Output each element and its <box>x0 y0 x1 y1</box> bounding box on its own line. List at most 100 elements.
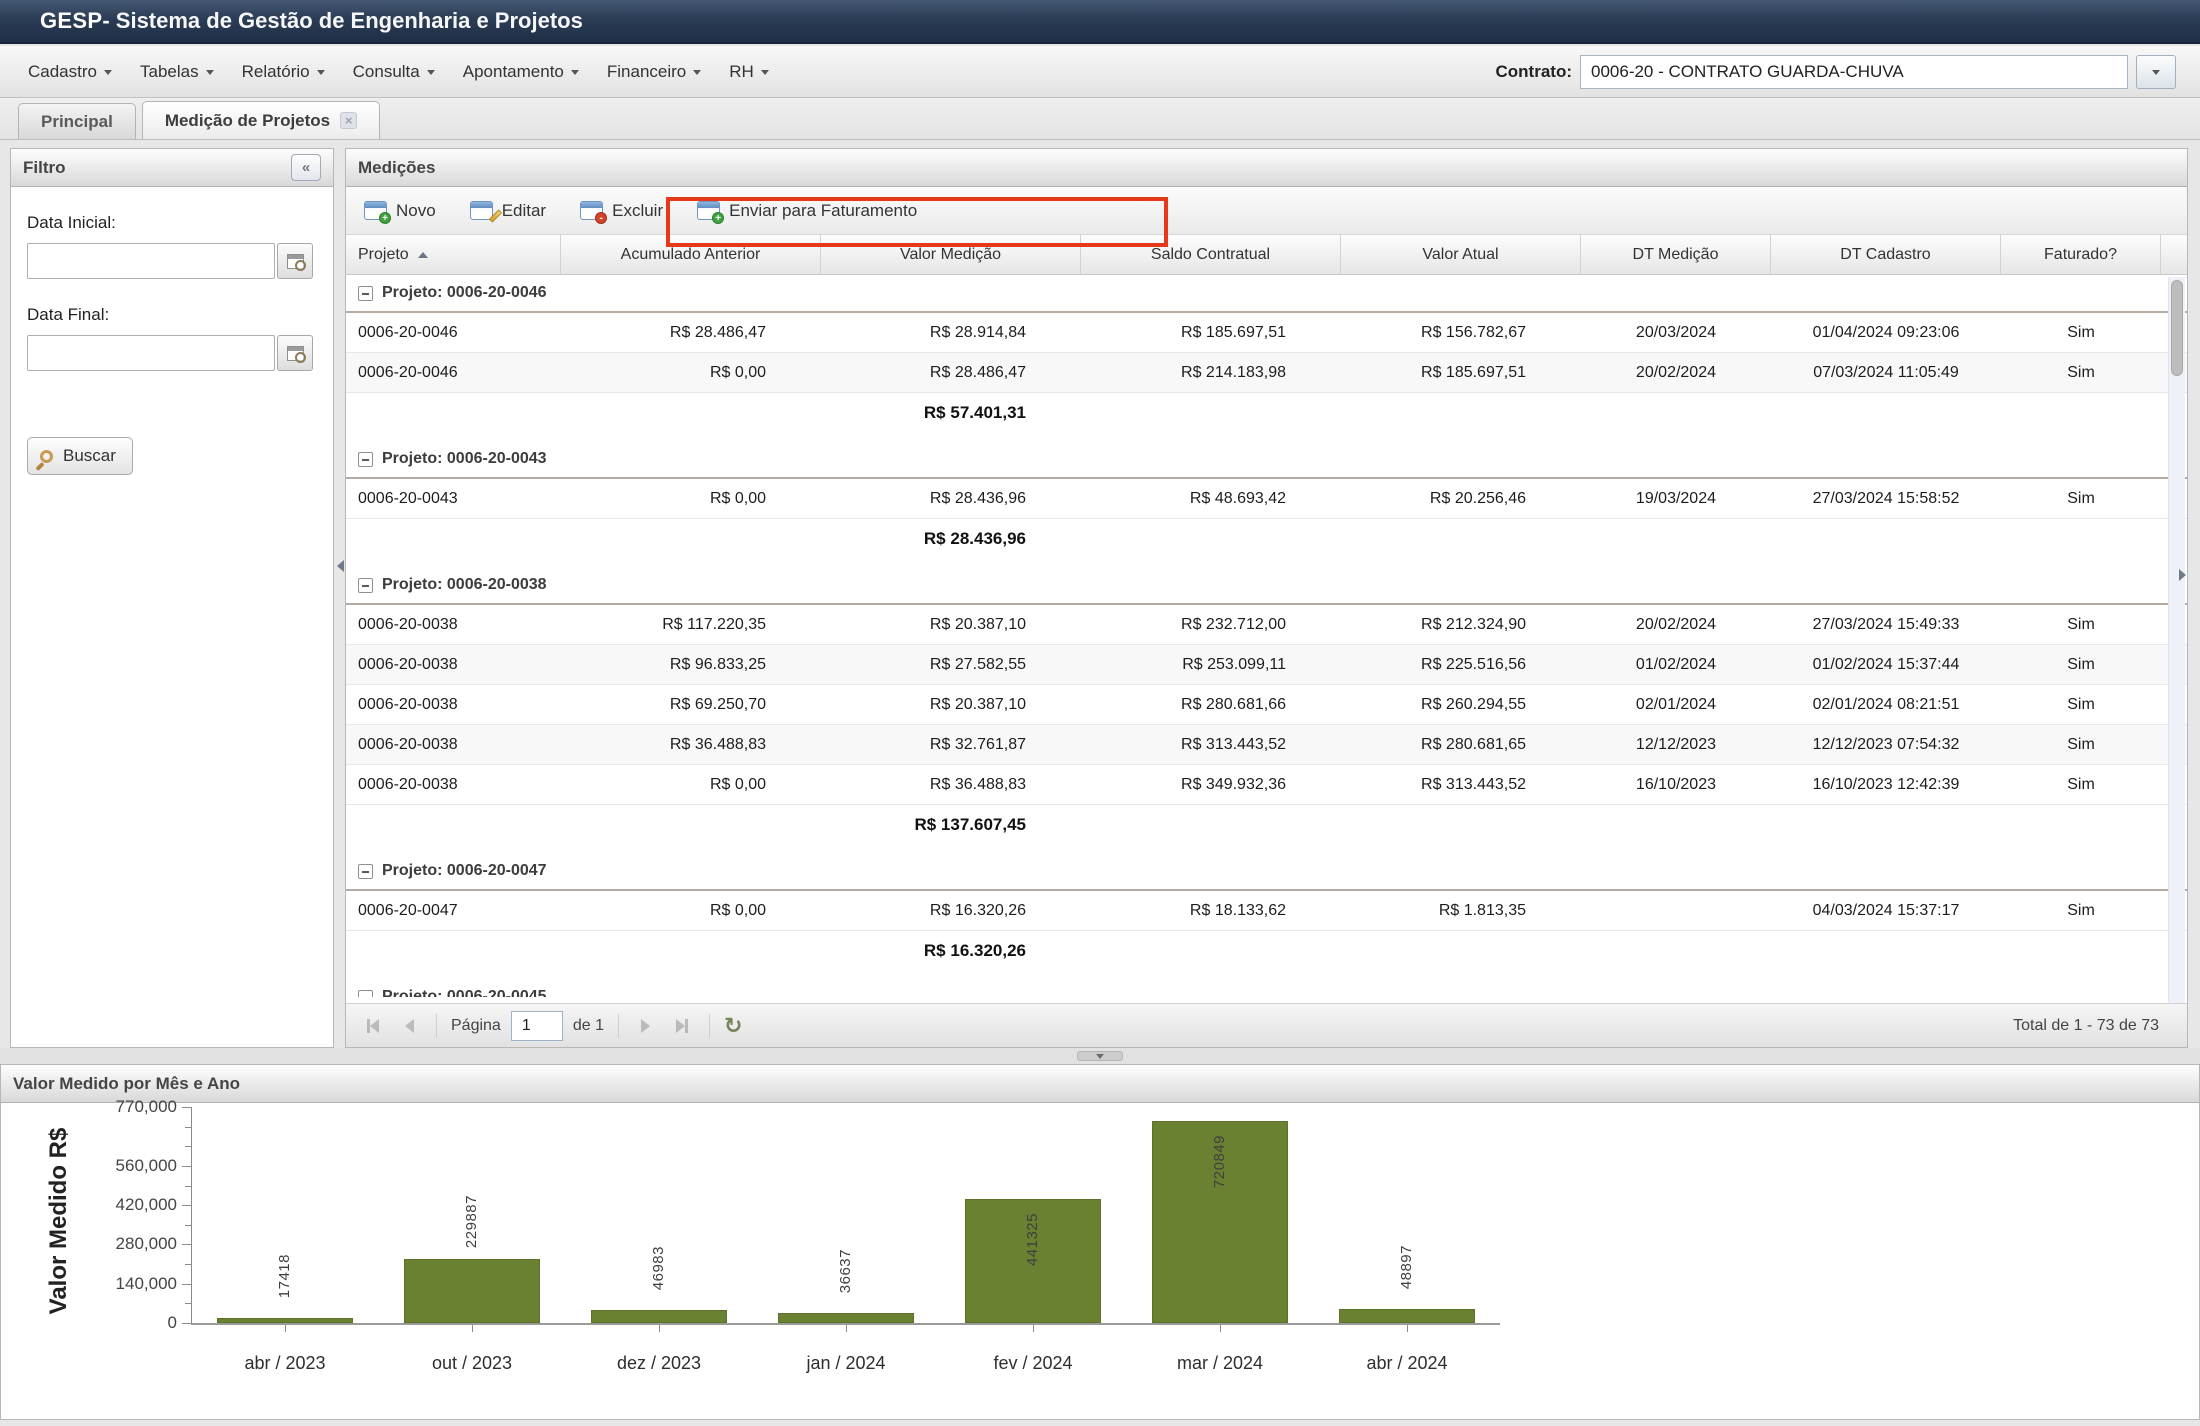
group-header[interactable]: Projeto: 0006-20-0046 <box>346 275 2187 313</box>
table-cell: Sim <box>2001 891 2161 930</box>
group-header[interactable]: Projeto: 0006-20-0043 <box>346 441 2187 479</box>
end-date-picker-trigger[interactable] <box>277 335 313 371</box>
column-header-projeto[interactable]: Projeto <box>346 235 561 274</box>
group-header[interactable]: Projeto: 0006-20-0047 <box>346 853 2187 891</box>
collapse-group-icon[interactable] <box>358 286 373 301</box>
y-axis-tick-label: 770,000 <box>116 1097 177 1117</box>
new-record-button[interactable]: +Novo <box>356 195 444 227</box>
table-cell: R$ 28.914,84 <box>821 313 1081 352</box>
table-row[interactable]: 0006-20-0047R$ 0,00R$ 16.320,26R$ 18.133… <box>346 891 2187 931</box>
table-row[interactable]: 0006-20-0038R$ 36.488,83R$ 32.761,87R$ 3… <box>346 725 2187 765</box>
horizontal-splitter[interactable] <box>0 1048 2200 1064</box>
column-header-dt-medicao[interactable]: DT Medição <box>1581 235 1771 274</box>
y-axis-tick-label: 140,000 <box>116 1274 177 1294</box>
close-tab-icon[interactable]: × <box>340 112 357 129</box>
collapse-left-panel-button[interactable]: « <box>291 154 321 181</box>
y-axis-tick-label: 280,000 <box>116 1234 177 1254</box>
column-header-saldo-contratual[interactable]: Saldo Contratual <box>1081 235 1341 274</box>
bar-abr-2023 <box>217 1318 353 1323</box>
chart-panel-header: Valor Medido por Mês e Ano <box>1 1065 2199 1103</box>
last-page-button[interactable] <box>669 1013 695 1039</box>
collapse-group-icon[interactable] <box>358 452 373 467</box>
delete-record-button[interactable]: -Excluir <box>572 195 671 227</box>
collapse-group-icon[interactable] <box>358 864 373 879</box>
end-date-input[interactable] <box>27 335 275 371</box>
toolbar-button-label: Excluir <box>612 201 663 221</box>
menu-item-label: RH <box>729 62 754 82</box>
column-header-valor-atual[interactable]: Valor Atual <box>1341 235 1581 274</box>
tab-medição-de-projetos[interactable]: Medição de Projetos× <box>142 101 380 139</box>
table-row[interactable]: 0006-20-0038R$ 96.833,25R$ 27.582,55R$ 2… <box>346 645 2187 685</box>
table-cell: Sim <box>2001 765 2161 804</box>
chevron-down-icon <box>206 70 214 75</box>
column-header-faturado[interactable]: Faturado? <box>2001 235 2161 274</box>
contract-combo-trigger[interactable] <box>2136 55 2176 89</box>
table-row[interactable]: 0006-20-0038R$ 117.220,35R$ 20.387,10R$ … <box>346 605 2187 645</box>
edit-record-icon <box>470 201 493 220</box>
table-row[interactable]: 0006-20-0038R$ 69.250,70R$ 20.387,10R$ 2… <box>346 685 2187 725</box>
collapse-left-arrow-icon[interactable] <box>337 560 344 572</box>
table-row[interactable]: 0006-20-0046R$ 0,00R$ 28.486,47R$ 214.18… <box>346 353 2187 393</box>
table-cell: 0006-20-0047 <box>346 891 561 930</box>
grid-panel-header: Medições <box>346 149 2187 187</box>
menu-consulta[interactable]: Consulta <box>339 54 449 90</box>
scrollbar-thumb[interactable] <box>2171 280 2183 376</box>
start-date-picker-trigger[interactable] <box>277 243 313 279</box>
contract-combo-input[interactable]: 0006-20 - CONTRATO GUARDA-CHUVA <box>1580 55 2128 89</box>
vertical-scrollbar[interactable] <box>2168 277 2185 1003</box>
table-cell: 0006-20-0043 <box>346 479 561 518</box>
table-cell: R$ 28.486,47 <box>561 313 821 352</box>
table-cell: R$ 0,00 <box>561 765 821 804</box>
search-button[interactable]: Buscar <box>27 437 133 475</box>
previous-page-button[interactable] <box>396 1013 422 1039</box>
tab-strip: PrincipalMedição de Projetos× <box>0 98 2200 140</box>
chevron-down-icon <box>427 70 435 75</box>
collapse-group-icon[interactable] <box>358 578 373 593</box>
chart-panel-title: Valor Medido por Mês e Ano <box>13 1074 240 1094</box>
table-cell: Sim <box>2001 725 2161 764</box>
collapse-group-icon[interactable] <box>358 990 373 998</box>
main-menubar: CadastroTabelasRelatório Consulta Apontame… <box>0 46 2200 98</box>
x-axis-category-label: abr / 2024 <box>1327 1353 1487 1374</box>
table-cell: R$ 349.932,36 <box>1081 765 1341 804</box>
menu-apontamento[interactable]: Apontamento <box>449 54 593 90</box>
menu-financeiro[interactable]: Financeiro <box>593 54 715 90</box>
table-cell: Sim <box>2001 313 2161 352</box>
edit-record-button[interactable]: Editar <box>462 195 554 227</box>
splitter-collapse-handle[interactable] <box>1077 1051 1123 1061</box>
menu-relatorio[interactable]: Relatório <box>228 54 339 90</box>
table-cell: Sim <box>2001 645 2161 684</box>
column-header-label: Projeto <box>358 246 409 264</box>
send-to-billing-button[interactable]: +Enviar para Faturamento <box>689 195 925 227</box>
tab-principal[interactable]: Principal <box>18 103 136 139</box>
toolbar-button-label: Editar <box>502 201 546 221</box>
column-header-acumulado-anterior[interactable]: Acumulado Anterior <box>561 235 821 274</box>
menu-rh[interactable]: RH <box>715 54 783 90</box>
table-cell: R$ 32.761,87 <box>821 725 1081 764</box>
table-row[interactable]: 0006-20-0038R$ 0,00R$ 36.488,83R$ 349.93… <box>346 765 2187 805</box>
table-cell: 19/03/2024 <box>1581 479 1771 518</box>
search-button-label: Buscar <box>63 446 116 466</box>
table-cell: 27/03/2024 15:58:52 <box>1771 479 2001 518</box>
group-header[interactable]: Projeto: 0006-20-0038 <box>346 567 2187 605</box>
page-number-input[interactable]: 1 <box>511 1011 563 1041</box>
menu-item-label: Apontamento <box>463 62 564 82</box>
table-row[interactable]: 0006-20-0043R$ 0,00R$ 28.436,96R$ 48.693… <box>346 479 2187 519</box>
next-page-button[interactable] <box>633 1013 659 1039</box>
menu-cadastro[interactable]: Cadastro <box>14 54 126 90</box>
table-cell: R$ 117.220,35 <box>561 605 821 644</box>
table-cell: R$ 20.387,10 <box>821 605 1081 644</box>
refresh-icon[interactable]: ↻ <box>724 1015 742 1037</box>
table-cell: R$ 96.833,25 <box>561 645 821 684</box>
menu-item-label: Consulta <box>353 62 420 82</box>
table-row[interactable]: 0006-20-0046R$ 28.486,47R$ 28.914,84R$ 1… <box>346 313 2187 353</box>
menu-tabelas[interactable]: Tabelas <box>126 54 228 90</box>
chevron-down-icon <box>317 70 325 75</box>
collapse-right-arrow-icon[interactable] <box>2179 569 2186 581</box>
column-header-valor-medicao[interactable]: Valor Medição <box>821 235 1081 274</box>
grid-column-headers: Projeto Acumulado AnteriorValor MediçãoSa… <box>346 235 2187 275</box>
first-page-button[interactable] <box>360 1013 386 1039</box>
column-header-dt-cadastro[interactable]: DT Cadastro <box>1771 235 2001 274</box>
start-date-input[interactable] <box>27 243 275 279</box>
group-header[interactable]: Projeto: 0006-20-0045 <box>346 979 2187 997</box>
